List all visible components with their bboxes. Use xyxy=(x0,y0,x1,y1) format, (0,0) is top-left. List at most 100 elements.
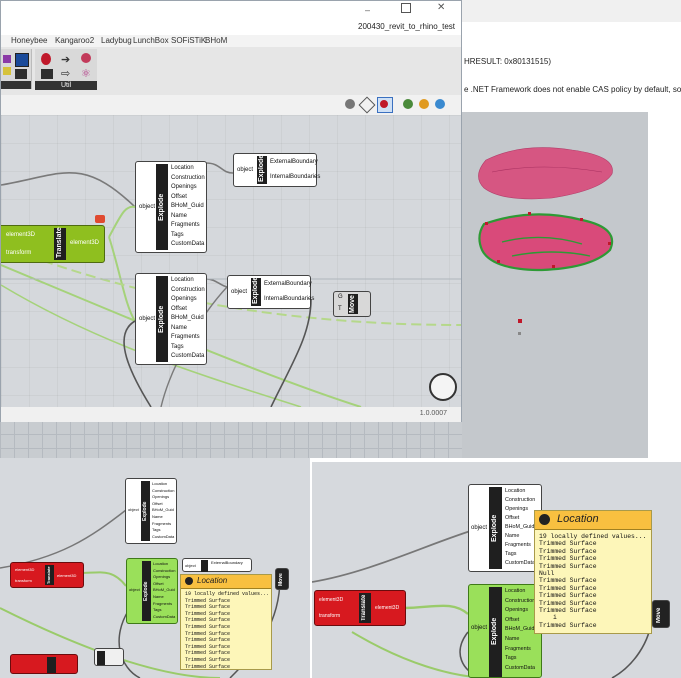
tab-ladybug[interactable]: Ladybug xyxy=(101,36,132,45)
explode-small-input[interactable]: object xyxy=(185,563,196,568)
preview-shaded-icon[interactable] xyxy=(345,99,355,109)
explode-component-selected[interactable]: object Explode Location Construction Ope… xyxy=(468,584,542,678)
output-construction[interactable]: Construction xyxy=(505,496,535,505)
output-tags[interactable]: Tags xyxy=(152,527,174,534)
output-fragments[interactable]: Fragments xyxy=(153,601,175,608)
explode-small-zoom-left[interactable]: object ExternalBoundary xyxy=(182,558,252,572)
output-offset[interactable]: Offset xyxy=(505,514,535,523)
output-location[interactable]: Location xyxy=(505,587,535,597)
save-icon[interactable] xyxy=(15,53,29,67)
outline-arrow-icon[interactable]: ⇨ xyxy=(61,67,70,80)
tab-lunchbox[interactable]: LunchBox xyxy=(133,36,169,45)
explode-input[interactable]: object xyxy=(471,625,487,631)
output-name[interactable]: Name xyxy=(171,324,205,334)
minimize-icon[interactable]: – xyxy=(365,5,370,15)
arrow-right-icon[interactable]: ➔ xyxy=(61,53,70,66)
output-tags[interactable]: Tags xyxy=(171,343,205,353)
plugin-icon-yellow[interactable] xyxy=(3,67,11,75)
output-offset[interactable]: Offset xyxy=(171,193,205,203)
explode-input-object[interactable]: object xyxy=(139,204,155,210)
output-name[interactable]: Name xyxy=(505,532,535,541)
output-construction[interactable]: Construction xyxy=(505,597,535,607)
output-fragments[interactable]: Fragments xyxy=(171,333,205,343)
output-offset[interactable]: Offset xyxy=(153,581,175,588)
explode-small-component-1[interactable]: object Explode ExternalBoundary Internal… xyxy=(233,153,320,187)
viewer-icon[interactable] xyxy=(41,69,53,79)
translate-input-transform[interactable]: transform xyxy=(15,578,32,583)
flask-icon[interactable]: ⚛ xyxy=(81,67,91,80)
output-location[interactable]: Location xyxy=(152,481,174,488)
orange-sphere-icon[interactable] xyxy=(419,99,429,109)
explode-small-2-input[interactable]: object xyxy=(231,289,247,295)
output-external-boundary[interactable]: ExternalBoundary xyxy=(264,281,312,287)
tab-sofistik[interactable]: SOFiSTiK xyxy=(171,36,206,45)
output-openings[interactable]: Openings xyxy=(171,183,205,193)
output-customdata[interactable]: CustomData xyxy=(505,559,535,568)
output-name[interactable]: Name xyxy=(505,635,535,645)
move-input-t[interactable]: T xyxy=(338,306,342,312)
explode-input[interactable]: object xyxy=(128,507,139,512)
translate-output-element3d[interactable]: element3D xyxy=(70,240,99,246)
plugin-icon-purple[interactable] xyxy=(3,55,11,63)
explode-component-selected[interactable]: object Explode Location Construction Ope… xyxy=(126,558,178,624)
output-offset[interactable]: Offset xyxy=(171,305,205,315)
output-bhom-guid[interactable]: BHoM_Guid xyxy=(171,314,205,324)
navigation-compass-icon[interactable] xyxy=(429,373,457,401)
output-construction[interactable]: Construction xyxy=(152,488,174,495)
explode-input[interactable]: object xyxy=(471,525,487,531)
close-icon[interactable]: ✕ xyxy=(437,2,445,13)
output-tags[interactable]: Tags xyxy=(505,654,535,664)
output-customdata[interactable]: CustomData xyxy=(171,240,205,250)
output-bhom-guid[interactable]: BHoM_Guid xyxy=(505,523,535,532)
output-fragments[interactable]: Fragments xyxy=(505,541,535,550)
move-component-zoom-right[interactable]: Move xyxy=(652,600,670,628)
output-name[interactable]: Name xyxy=(153,594,175,601)
output-fragments[interactable]: Fragments xyxy=(505,645,535,655)
maximize-icon[interactable] xyxy=(401,3,411,13)
panel-component[interactable] xyxy=(94,648,124,666)
move-component[interactable]: G T Move xyxy=(333,291,371,317)
output-fragments[interactable]: Fragments xyxy=(171,221,205,231)
rhino-viewport[interactable] xyxy=(462,112,648,458)
translate-component[interactable]: element3D transform Translate element3D xyxy=(1,225,105,263)
explode-component-zoom-left[interactable]: object Explode Location Construction Ope… xyxy=(125,478,177,544)
output-construction[interactable]: Construction xyxy=(171,174,205,184)
output-location[interactable]: Location xyxy=(153,561,175,568)
output-internal-boundaries[interactable]: InternalBoundaries xyxy=(270,174,320,180)
output-customdata[interactable]: CustomData xyxy=(152,534,174,541)
explode-component-1[interactable]: object Explode Location Construction Ope… xyxy=(135,161,207,253)
output-openings[interactable]: Openings xyxy=(171,295,205,305)
output-external-boundary[interactable]: ExternalBoundary xyxy=(270,159,318,165)
output-customdata[interactable]: CustomData xyxy=(171,352,205,362)
translate-input-transform[interactable]: transform xyxy=(319,613,340,619)
output-bhom-guid[interactable]: BHoM_Guid xyxy=(152,507,174,514)
rhino-grid-viewport[interactable] xyxy=(0,420,462,458)
tab-kangaroo2[interactable]: Kangaroo2 xyxy=(55,36,94,45)
display-icon[interactable] xyxy=(15,69,27,79)
output-location[interactable]: Location xyxy=(505,487,535,496)
translate-output-element3d[interactable]: element3D xyxy=(375,605,399,611)
output-name[interactable]: Name xyxy=(171,212,205,222)
output-openings[interactable]: Openings xyxy=(153,574,175,581)
green-sphere-icon[interactable] xyxy=(403,99,413,109)
gh-canvas[interactable]: element3D transform Translate element3D … xyxy=(1,115,461,407)
output-offset[interactable]: Offset xyxy=(505,616,535,626)
output-external-boundary[interactable]: ExternalBoundary xyxy=(211,560,243,565)
red-component-bottom[interactable] xyxy=(10,654,78,674)
output-bhom-guid[interactable]: BHoM_Guid xyxy=(153,587,175,594)
translate-input-element3d[interactable]: element3D xyxy=(15,567,34,572)
output-construction[interactable]: Construction xyxy=(171,286,205,296)
translate-input-element3d[interactable]: element3D xyxy=(319,597,343,603)
tab-honeybee[interactable]: Honeybee xyxy=(11,36,47,45)
output-construction[interactable]: Construction xyxy=(153,568,175,575)
translate-input-element3d[interactable]: element3D xyxy=(6,232,35,238)
warning-icon[interactable] xyxy=(95,215,105,223)
translate-input-transform[interactable]: transform xyxy=(6,250,31,256)
output-openings[interactable]: Openings xyxy=(505,505,535,514)
tab-bhom[interactable]: BHoM xyxy=(205,36,227,45)
grasshopper-window[interactable]: – ✕ 200430_revit_to_rhino_test Honeybee … xyxy=(0,0,462,422)
output-openings[interactable]: Openings xyxy=(152,494,174,501)
cherry-icon[interactable] xyxy=(41,53,51,65)
output-location[interactable]: Location xyxy=(171,164,205,174)
output-tags[interactable]: Tags xyxy=(153,607,175,614)
